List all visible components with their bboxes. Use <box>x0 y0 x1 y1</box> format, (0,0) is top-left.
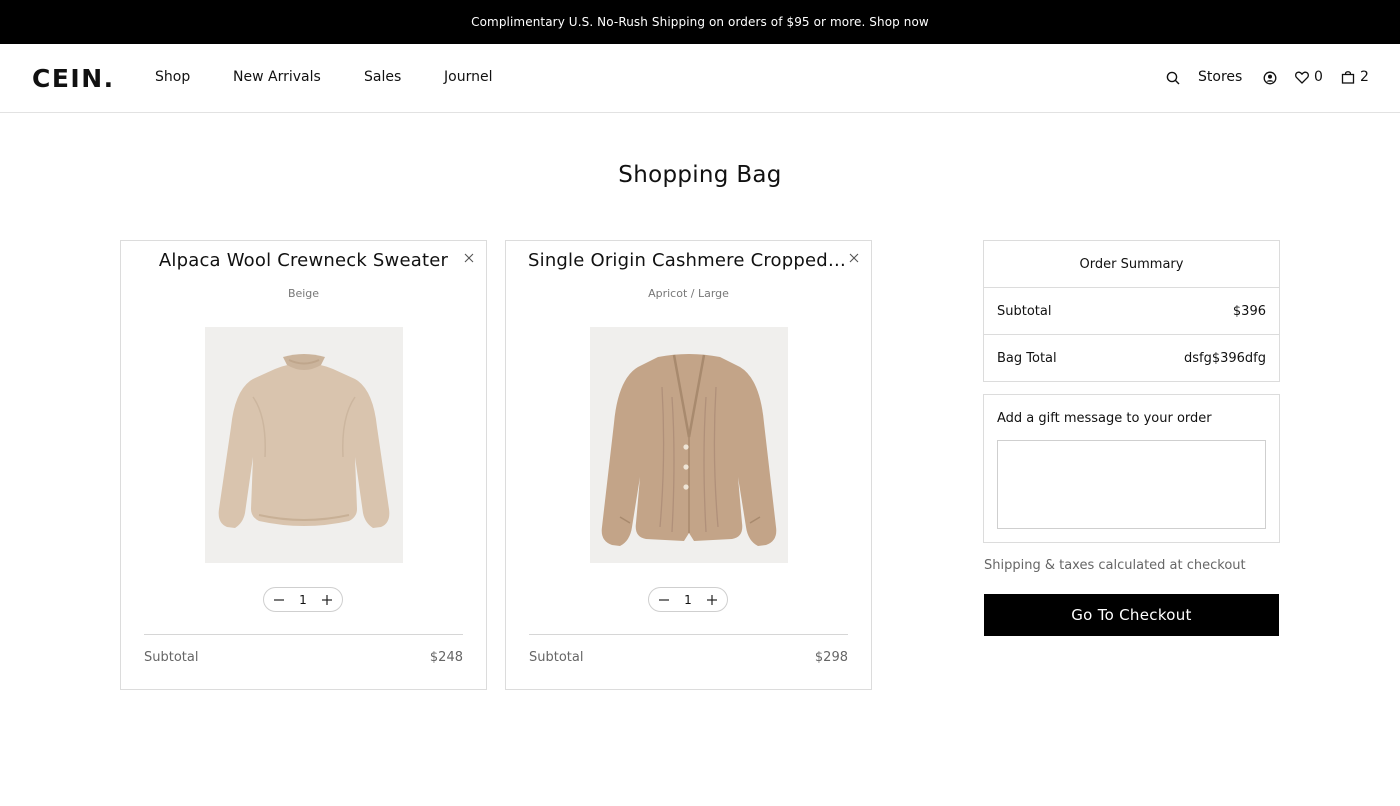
item-subtotal-value: $298 <box>814 650 848 665</box>
bag-count: 2 <box>1360 69 1369 85</box>
item-subtotal-label: Subtotal <box>144 650 199 665</box>
bag-item-card: Alpaca Wool Crewneck Sweater Beige 1 Sub… <box>120 240 487 690</box>
close-icon[interactable] <box>462 250 476 264</box>
site-header: CEIN. Shop New Arrivals Sales Journel St… <box>0 44 1400 113</box>
bag-icon <box>1341 70 1355 84</box>
plus-icon[interactable] <box>320 593 334 607</box>
close-icon[interactable] <box>847 250 861 264</box>
item-variant: Beige <box>287 287 320 300</box>
summary-total-value: dsfg$396dfg <box>1183 351 1266 366</box>
shipping-note: Shipping & taxes calculated at checkout <box>984 558 1246 573</box>
summary-total-label: Bag Total <box>997 351 1057 366</box>
minus-icon[interactable] <box>272 593 286 607</box>
wishlist-link[interactable]: 0 <box>1295 69 1323 85</box>
item-subtotal-value: $248 <box>429 650 463 665</box>
divider <box>529 634 848 635</box>
gift-message-panel: Add a gift message to your order <box>983 394 1280 543</box>
wishlist-count: 0 <box>1314 69 1323 85</box>
stores-link[interactable]: Stores <box>1198 69 1242 85</box>
item-title[interactable]: Single Origin Cashmere Cropped Cardigan <box>528 250 849 271</box>
promo-banner[interactable]: Complimentary U.S. No-Rush Shipping on o… <box>0 0 1400 44</box>
summary-subtotal-label: Subtotal <box>997 303 1052 319</box>
account-icon[interactable] <box>1263 71 1277 85</box>
nav-new-arrivals[interactable]: New Arrivals <box>233 69 321 85</box>
plus-icon[interactable] <box>705 593 719 607</box>
search-icon[interactable] <box>1166 71 1180 85</box>
logo[interactable]: CEIN. <box>32 64 115 93</box>
gift-message-input[interactable] <box>997 440 1266 529</box>
summary-subtotal-value: $396 <box>1232 303 1266 319</box>
item-subtotal-label: Subtotal <box>529 650 584 665</box>
item-title[interactable]: Alpaca Wool Crewneck Sweater <box>143 250 464 271</box>
heart-icon <box>1295 71 1309 84</box>
order-summary-title: Order Summary <box>984 241 1279 288</box>
divider <box>144 634 463 635</box>
summary-subtotal-row: Subtotal $396 <box>984 288 1279 335</box>
bag-link[interactable]: 2 <box>1341 69 1369 85</box>
gift-message-label: Add a gift message to your order <box>997 411 1212 426</box>
checkout-button[interactable]: Go To Checkout <box>984 594 1279 636</box>
nav-journel[interactable]: Journel <box>444 69 492 85</box>
minus-icon[interactable] <box>657 593 671 607</box>
page-title: Shopping Bag <box>618 162 782 188</box>
summary-total-row: Bag Total dsfg$396dfg <box>984 335 1279 382</box>
quantity-value: 1 <box>684 592 692 607</box>
product-image-sweater[interactable] <box>205 327 403 563</box>
order-summary: Order Summary Subtotal $396 Bag Total ds… <box>983 240 1280 382</box>
quantity-value: 1 <box>299 592 307 607</box>
quantity-stepper: 1 <box>263 587 343 612</box>
product-image-cardigan[interactable] <box>590 327 788 563</box>
quantity-stepper: 1 <box>648 587 728 612</box>
item-variant: Apricot / Large <box>648 287 729 300</box>
promo-text[interactable]: Complimentary U.S. No-Rush Shipping on o… <box>471 15 929 29</box>
nav-shop[interactable]: Shop <box>155 69 190 85</box>
nav-sales[interactable]: Sales <box>364 69 401 85</box>
bag-item-card: Single Origin Cashmere Cropped Cardigan … <box>505 240 872 690</box>
